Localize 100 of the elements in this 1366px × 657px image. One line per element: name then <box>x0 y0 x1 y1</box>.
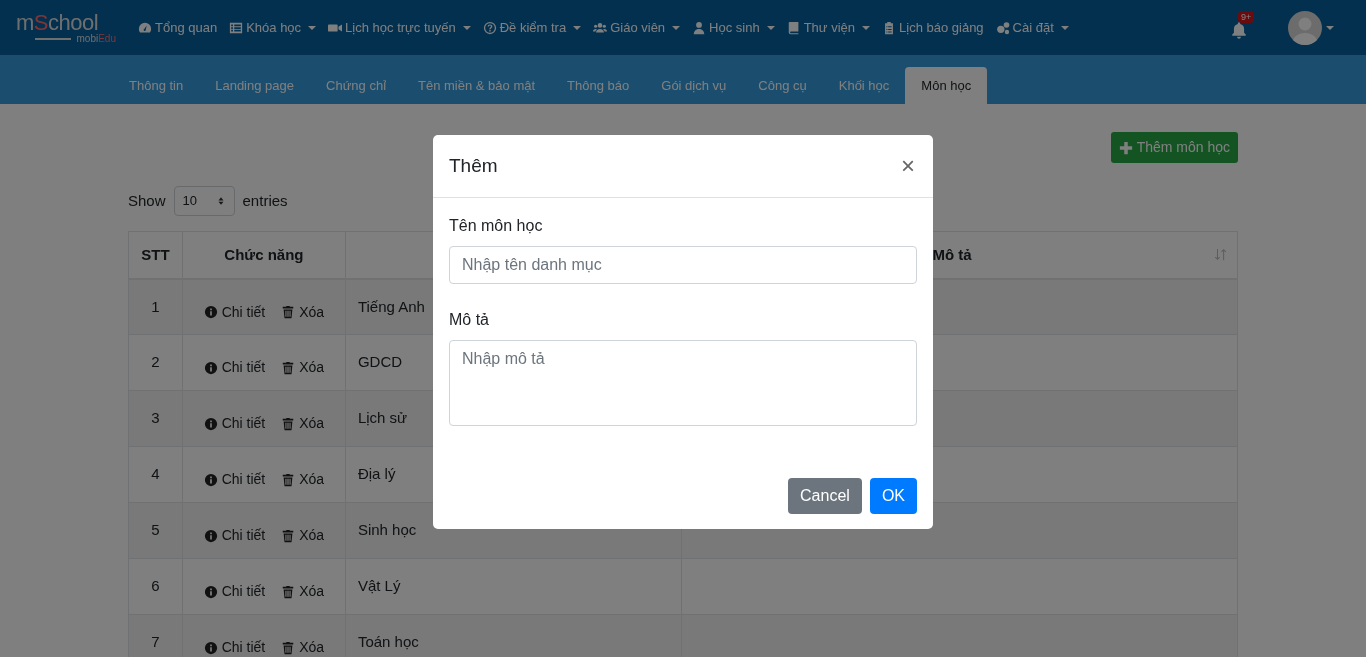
table-cell: 6 <box>151 577 160 594</box>
logo-text: S <box>33 9 48 35</box>
info-icon <box>203 360 218 375</box>
nav-menu-item[interactable]: Lịch học trực tuyến <box>322 17 477 38</box>
tab[interactable]: Chứng chỉ <box>310 67 403 104</box>
column-header-label: STT <box>141 244 170 265</box>
table-cell: Lịch sử <box>357 409 408 426</box>
delete-link[interactable]: Xóa <box>281 469 325 490</box>
detail-link[interactable]: Chi tiết <box>203 469 266 490</box>
caret-icon <box>573 25 582 30</box>
logo-text: Edu <box>98 32 116 44</box>
detail-link[interactable]: Chi tiết <box>203 413 266 434</box>
trash-icon <box>281 528 296 543</box>
modal-title: Thêm <box>449 153 498 178</box>
caret-icon <box>862 25 870 30</box>
field-label: Tên môn học <box>449 216 544 236</box>
trash-icon <box>281 360 296 375</box>
nav-menu-item[interactable]: Thư viện <box>780 17 876 38</box>
book-icon <box>786 20 801 35</box>
tab[interactable]: Thông tin <box>113 67 200 104</box>
add-subject-button[interactable]: Thêm môn học <box>1110 132 1238 163</box>
tab[interactable]: Khối học <box>822 67 906 104</box>
table-cell: GDCD <box>357 353 403 370</box>
table-cell: Địa lý <box>357 465 396 482</box>
column-header-label: Chức năng <box>224 244 304 265</box>
trash-icon <box>281 305 296 319</box>
table-cell: Vật Lý <box>357 577 401 594</box>
detail-link[interactable]: Chi tiết <box>203 357 266 378</box>
tab[interactable]: Gói dịch vụ <box>645 67 743 104</box>
avatar[interactable] <box>1288 10 1322 45</box>
info-icon <box>203 528 218 543</box>
delete-link[interactable]: Xóa <box>281 357 325 378</box>
nav-menu-item[interactable]: Giáo viên <box>587 17 687 38</box>
clipboard-icon <box>882 20 896 35</box>
info-icon <box>203 472 218 487</box>
info-icon <box>203 640 218 655</box>
caret-icon <box>1060 25 1069 30</box>
nav-menu-item[interactable]: Tổng quan <box>132 17 224 38</box>
tab[interactable]: Landing page <box>199 67 310 104</box>
nav-menu-item[interactable]: Lịch báo giảng <box>876 17 990 38</box>
column-header-label: Mô tả <box>932 244 972 265</box>
notification-badge: 9+ <box>1238 10 1255 24</box>
caret-icon <box>462 25 471 30</box>
table-cell: Tiếng Anh <box>357 297 425 315</box>
ok-button[interactable]: OK <box>869 478 917 514</box>
info-icon <box>203 584 218 599</box>
nav-menu-item[interactable]: Khóa học <box>223 17 323 38</box>
table-cell: 1 <box>151 297 160 315</box>
user-icon <box>692 20 707 35</box>
delete-link[interactable]: Xóa <box>281 525 325 546</box>
table-cell: Sinh học <box>357 521 417 538</box>
table-cell: 2 <box>151 353 160 370</box>
delete-link[interactable]: Xóa <box>281 301 325 323</box>
nav-menu-item[interactable]: Học sinh <box>686 17 781 38</box>
table-cell: 5 <box>151 521 160 538</box>
textarea-field[interactable]: Nhập mô tả <box>449 340 917 426</box>
detail-link[interactable]: Chi tiết <box>203 637 266 657</box>
table-cell: Toán học <box>357 633 419 650</box>
tab[interactable]: Môn học <box>905 67 988 104</box>
bell-icon <box>1230 20 1248 39</box>
info-icon <box>203 416 218 431</box>
sort-icon <box>1214 247 1228 262</box>
caret-icon <box>308 25 317 30</box>
field-label: Mô tả <box>449 310 490 330</box>
list-icon <box>229 20 244 35</box>
entries-select[interactable]: 10 <box>173 186 235 216</box>
close-button[interactable]: × <box>899 154 917 178</box>
table-cell: 4 <box>151 465 160 482</box>
tab[interactable]: Thông báo <box>551 67 646 104</box>
detail-link[interactable]: Chi tiết <box>203 581 266 602</box>
trash-icon <box>281 472 296 487</box>
nav-menu-item[interactable]: Đề kiểm tra <box>476 17 588 38</box>
tab[interactable]: Công cụ <box>742 67 823 104</box>
trash-icon <box>281 640 296 655</box>
detail-link[interactable]: Chi tiết <box>203 525 266 546</box>
plus-icon <box>1118 140 1133 155</box>
caret-icon <box>1326 25 1334 30</box>
tab[interactable]: Tên miền & bảo mật <box>402 67 552 104</box>
logo-text: m <box>16 9 34 35</box>
logo-text: chool <box>48 9 99 35</box>
detail-link[interactable]: Chi tiết <box>203 301 266 323</box>
nav-menu-item[interactable]: Cài đặt <box>989 17 1075 38</box>
logo-text: mobi <box>76 32 99 44</box>
table-cell: 7 <box>151 633 160 650</box>
delete-link[interactable]: Xóa <box>281 637 325 657</box>
caret-icon <box>672 25 681 30</box>
input-field[interactable]: Nhập tên danh mục <box>449 246 917 284</box>
show-label: Show <box>128 190 166 211</box>
info-icon <box>203 305 218 319</box>
gears-icon <box>995 20 1010 35</box>
cancel-button[interactable]: Cancel <box>788 478 862 514</box>
users-icon <box>593 20 608 35</box>
entries-label: entries <box>242 190 288 211</box>
delete-link[interactable]: Xóa <box>281 581 325 602</box>
table-cell: 3 <box>151 409 160 426</box>
gauge-icon <box>138 20 152 35</box>
trash-icon <box>281 416 296 431</box>
caret-icon <box>766 25 775 30</box>
delete-link[interactable]: Xóa <box>281 413 325 434</box>
trash-icon <box>281 584 296 599</box>
